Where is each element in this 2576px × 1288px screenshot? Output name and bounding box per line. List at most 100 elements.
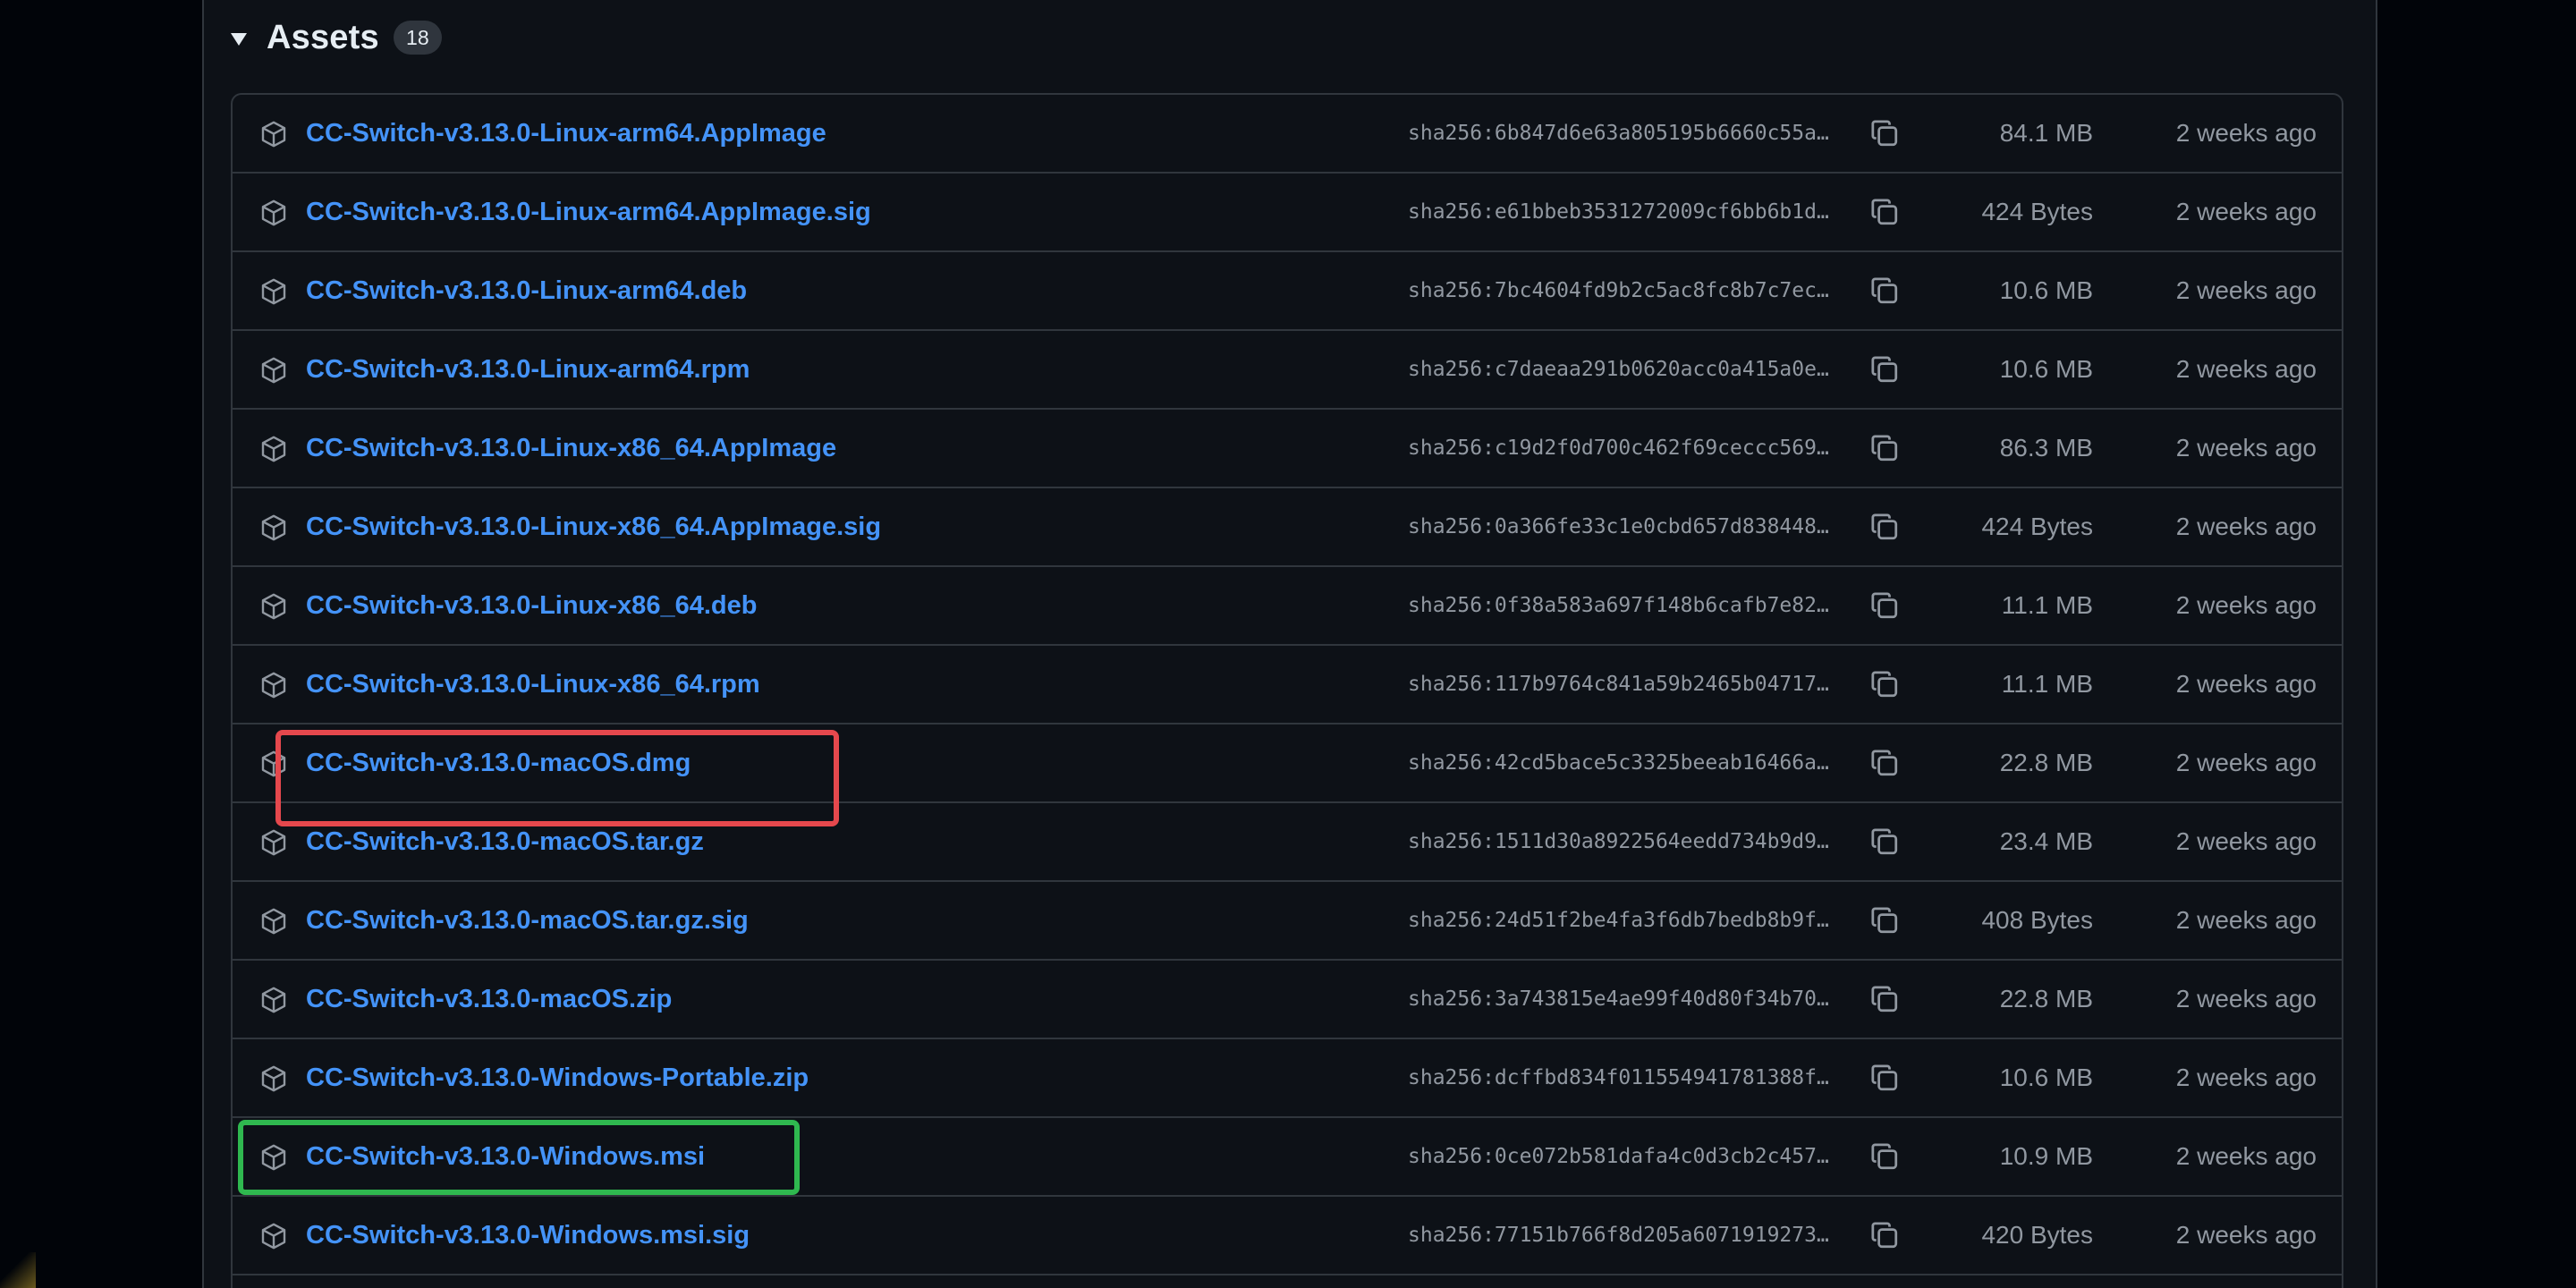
package-icon [261,1144,286,1171]
asset-download-link[interactable]: CC-Switch-v3.13.0-Windows.msi.sig [306,1197,750,1274]
asset-date: 2 weeks ago [2175,985,2317,1013]
asset-row: CC-Switch-v3.13.0-Linux-x86_64.deb sha25… [233,567,2342,646]
asset-sha256: sha256:0ce072b581dafa4c0d3cb2c457… [1408,1145,1829,1168]
copy-icon[interactable] [1869,1063,1900,1093]
copy-icon[interactable] [1869,590,1900,621]
copy-icon[interactable] [1869,748,1900,778]
asset-download-link[interactable]: CC-Switch-v3.13.0-Linux-arm64.rpm [306,331,750,408]
asset-size: 22.8 MB [1999,985,2093,1013]
asset-row: CC-Switch-v3.13.0-Windows.msi sha256:0ce… [233,1118,2342,1197]
asset-size: 10.6 MB [1999,1063,2093,1091]
package-icon [261,199,286,226]
package-icon [261,1223,286,1250]
package-icon [261,436,286,462]
asset-date: 2 weeks ago [2175,749,2317,776]
asset-date: 2 weeks ago [2175,1221,2317,1249]
asset-size: 420 Bytes [1981,1221,2093,1249]
package-icon [261,908,286,935]
package-icon [261,278,286,305]
package-icon [261,987,286,1013]
asset-date: 2 weeks ago [2175,906,2317,934]
package-icon [261,672,286,699]
asset-date: 2 weeks ago [2175,434,2317,462]
asset-sha256: sha256:7bc4604fd9b2c5ac8fc8b7c7ec… [1408,279,1829,302]
asset-row: CC-Switch-v3.13.0-macOS.tar.gz.sig sha25… [233,882,2342,961]
asset-date: 2 weeks ago [2175,591,2317,619]
asset-row: CC-Switch-v3.13.0-Linux-arm64.AppImage s… [233,95,2342,174]
copy-icon[interactable] [1869,984,1900,1014]
copy-icon[interactable] [1869,433,1900,463]
assets-toggle[interactable]: Assets 18 [231,13,442,63]
asset-date: 2 weeks ago [2175,670,2317,698]
copy-icon[interactable] [1869,669,1900,699]
asset-row: CC-Switch-v3.13.0-Windows-Portable.zip s… [233,1039,2342,1118]
asset-size: 408 Bytes [1981,906,2093,934]
asset-date: 2 weeks ago [2175,827,2317,855]
asset-download-link[interactable]: CC-Switch-v3.13.0-Windows.msi [306,1118,705,1195]
asset-sha256: sha256:e61bbeb3531272009cf6bb6b1d… [1408,200,1829,224]
package-icon [261,1065,286,1092]
asset-download-link[interactable]: CC-Switch-v3.13.0-macOS.tar.gz [306,803,704,880]
asset-sha256: sha256:117b9764c841a59b2465b04717… [1408,673,1829,696]
asset-size: 84.1 MB [1999,119,2093,147]
assets-title: Assets [267,18,379,56]
asset-row: CC-Switch-v3.13.0-Linux-arm64.rpm sha256… [233,331,2342,410]
asset-sha256: sha256:24d51f2be4fa3f6db7bedb8b9f… [1408,909,1829,932]
asset-date: 2 weeks ago [2175,198,2317,225]
asset-row: CC-Switch-v3.13.0-macOS.dmg sha256:42cd5… [233,724,2342,803]
asset-row: CC-Switch-v3.13.0-Windows.msi.sig sha256… [233,1197,2342,1275]
copy-icon[interactable] [1869,118,1900,148]
copy-icon[interactable] [1869,354,1900,385]
asset-sha256: sha256:0f38a583a697f148b6cafb7e82… [1408,594,1829,617]
copy-icon[interactable] [1869,197,1900,227]
asset-date: 2 weeks ago [2175,513,2317,540]
package-icon [261,357,286,384]
asset-date: 2 weeks ago [2175,119,2317,147]
asset-row: CC-Switch-v3.13.0-Linux-x86_64.AppImage … [233,410,2342,488]
asset-download-link[interactable]: CC-Switch-v3.13.0-Linux-arm64.AppImage [306,95,826,172]
asset-sha256: sha256:0a366fe33c1e0cbd657d838448… [1408,515,1829,538]
asset-row: CC-Switch-v3.13.0-Linux-arm64.deb sha256… [233,252,2342,331]
asset-row: CC-Switch-v3.13.0-Linux-x86_64.rpm sha25… [233,646,2342,724]
asset-size: 10.9 MB [1999,1142,2093,1170]
asset-size: 424 Bytes [1981,198,2093,225]
asset-sha256: sha256:77151b766f8d205a6071919273… [1408,1224,1829,1247]
asset-sha256: sha256:1511d30a8922564eedd734b9d9… [1408,830,1829,853]
asset-download-link[interactable]: CC-Switch-v3.13.0-Linux-x86_64.AppImage [306,410,836,487]
asset-download-link[interactable]: CC-Switch-v3.13.0-Linux-x86_64.deb [306,567,757,644]
asset-size: 10.6 MB [1999,355,2093,383]
asset-download-link[interactable]: CC-Switch-v3.13.0-macOS.dmg [306,724,691,801]
asset-sha256: sha256:3a743815e4ae99f40d80f34b70… [1408,987,1829,1011]
copy-icon[interactable] [1869,905,1900,936]
asset-download-link[interactable]: CC-Switch-v3.13.0-Linux-arm64.deb [306,252,747,329]
asset-size: 424 Bytes [1981,513,2093,540]
asset-size: 10.6 MB [1999,276,2093,304]
asset-date: 2 weeks ago [2175,1063,2317,1091]
asset-date: 2 weeks ago [2175,355,2317,383]
asset-download-link[interactable]: CC-Switch-v3.13.0-Linux-x86_64.AppImage.… [306,488,881,565]
package-icon [261,829,286,856]
asset-download-link[interactable]: CC-Switch-v3.13.0-macOS.zip [306,961,672,1038]
package-icon [261,593,286,620]
copy-icon[interactable] [1869,1141,1900,1172]
asset-download-link[interactable]: CC-Switch-v3.13.0-Windows-Portable.zip [306,1039,809,1116]
asset-date: 2 weeks ago [2175,276,2317,304]
asset-download-link[interactable]: CC-Switch-v3.13.0-Linux-x86_64.rpm [306,646,760,723]
copy-icon[interactable] [1869,275,1900,306]
package-icon [261,750,286,777]
asset-row: CC-Switch-v3.13.0-macOS.zip sha256:3a743… [233,961,2342,1039]
asset-size: 11.1 MB [2001,670,2093,698]
asset-list: CC-Switch-v3.13.0-Linux-arm64.AppImage s… [231,93,2343,1288]
asset-download-link[interactable]: CC-Switch-v3.13.0-Linux-arm64.AppImage.s… [306,174,871,250]
asset-size: 86.3 MB [1999,434,2093,462]
asset-sha256: sha256:c19d2f0d700c462f69ceccc569… [1408,436,1829,460]
package-icon [261,121,286,148]
caret-down-icon[interactable] [231,33,247,46]
asset-sha256: sha256:42cd5bace5c3325beeab16466a… [1408,751,1829,775]
asset-download-link[interactable]: CC-Switch-v3.13.0-macOS.tar.gz.sig [306,882,749,959]
copy-icon[interactable] [1869,1220,1900,1250]
asset-sha256: sha256:dcffbd834f011554941781388f… [1408,1066,1829,1089]
copy-icon[interactable] [1869,826,1900,857]
asset-size: 23.4 MB [1999,827,2093,855]
copy-icon[interactable] [1869,512,1900,542]
